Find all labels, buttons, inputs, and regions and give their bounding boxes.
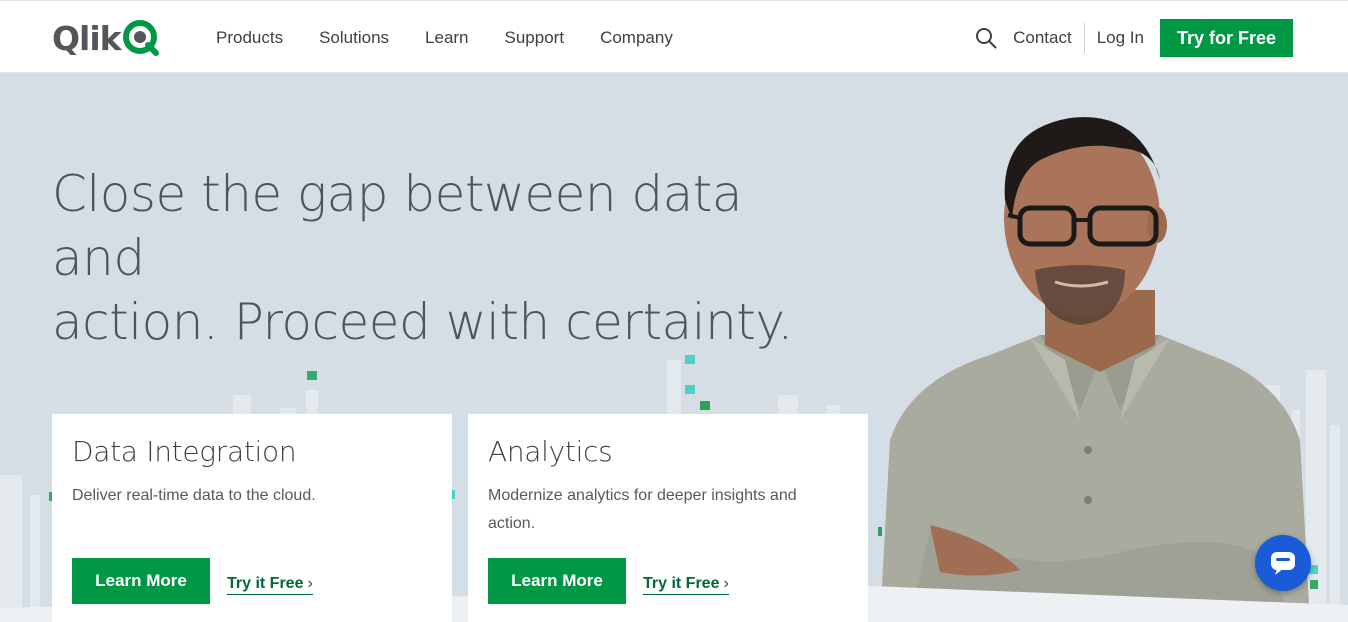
site-header: Qlik Products Solutions Learn Support Co… [0, 0, 1348, 73]
hero-headline-line1: Close the gap between data and [52, 165, 743, 287]
nav-products[interactable]: Products [216, 28, 283, 48]
chevron-right-icon: › [723, 574, 729, 592]
nav-solutions[interactable]: Solutions [319, 28, 389, 48]
search-icon[interactable] [975, 27, 997, 49]
login-link[interactable]: Log In [1085, 28, 1144, 48]
card-title: Analytics [488, 435, 613, 468]
try-for-free-button[interactable]: Try for Free [1159, 18, 1293, 57]
card-description: Modernize analytics for deeper insights … [488, 487, 797, 532]
hero-headline-line2: action. Proceed with certainty. [52, 293, 793, 351]
learn-more-button[interactable]: Learn More [488, 558, 626, 604]
card-title: Data Integration [72, 435, 297, 468]
chat-icon [1271, 552, 1295, 575]
try-it-free-link[interactable]: Try it Free › [227, 574, 313, 595]
card-description: Deliver real-time data to the cloud. [72, 487, 316, 504]
nav-company[interactable]: Company [600, 28, 673, 48]
qlik-logo[interactable]: Qlik [52, 19, 159, 57]
try-it-free-label: Try it Free [643, 574, 720, 592]
contact-link[interactable]: Contact [1013, 22, 1085, 53]
nav-support[interactable]: Support [505, 28, 565, 48]
learn-more-button[interactable]: Learn More [72, 558, 210, 604]
analytics-card: Analytics Modernize analytics for deeper… [468, 414, 868, 622]
try-it-free-link[interactable]: Try it Free › [643, 574, 729, 595]
nav-learn[interactable]: Learn [425, 28, 468, 48]
card-actions: Learn More Try it Free › [72, 558, 313, 604]
card-actions: Learn More Try it Free › [488, 558, 729, 604]
hero-headline: Close the gap between data and action. P… [52, 162, 812, 354]
main-nav: Products Solutions Learn Support Company [216, 1, 709, 74]
logo-text: Qlik [52, 18, 122, 58]
qlik-q-icon [122, 20, 159, 56]
try-it-free-label: Try it Free [227, 574, 304, 592]
utility-nav: Contact Log In Try for Free [975, 1, 1293, 74]
data-integration-card: Data Integration Deliver real-time data … [52, 414, 452, 622]
chevron-right-icon: › [307, 574, 313, 592]
chat-button[interactable] [1255, 535, 1311, 591]
